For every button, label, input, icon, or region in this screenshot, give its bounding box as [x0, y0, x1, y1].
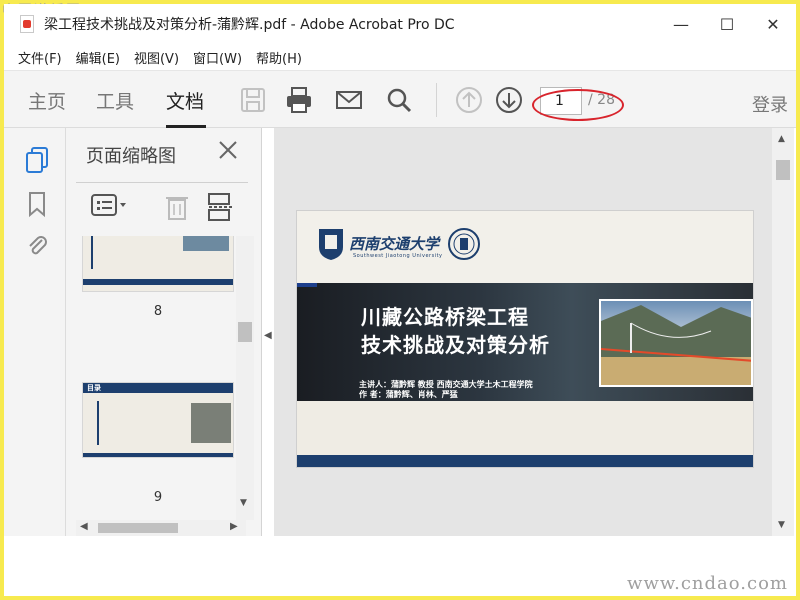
options-menu-icon[interactable]: [90, 192, 130, 220]
scroll-down-icon[interactable]: ▼: [778, 520, 785, 530]
acrobat-window: 梁工程技术挑战及对策分析-蒲黔辉.pdf - Adobe Acrobat Pro…: [4, 4, 796, 596]
scroll-left-icon[interactable]: ◀: [80, 521, 88, 532]
tab-document[interactable]: 文档: [166, 87, 204, 114]
save-icon[interactable]: [238, 85, 268, 115]
menu-view[interactable]: 视图(V): [134, 48, 179, 67]
university-name-en: Southwest Jiaotong University: [353, 253, 443, 259]
annotation-ellipse: [532, 89, 624, 121]
trash-icon[interactable]: [164, 192, 190, 222]
menu-help[interactable]: 帮助(H): [256, 48, 302, 67]
slide-authors: 作 者：蒲黔辉、肖林、严猛: [359, 390, 458, 399]
navigation-rail: [4, 128, 66, 536]
page-up-icon[interactable]: [454, 85, 484, 115]
slide-header: 西南交通大学 Southwest Jiaotong University: [297, 211, 753, 283]
close-button[interactable]: ✕: [750, 4, 796, 44]
menu-file[interactable]: 文件(F): [18, 48, 62, 67]
insert-page-icon[interactable]: [206, 192, 234, 222]
watermark-bottom-right: www.cndao.com: [627, 573, 788, 594]
window-title: 梁工程技术挑战及对策分析-蒲黔辉.pdf - Adobe Acrobat Pro…: [44, 17, 455, 33]
thumbnails-horizontal-scrollbar[interactable]: ◀ ▶: [76, 520, 246, 536]
thumbnails-vertical-scrollbar[interactable]: ▼: [236, 236, 254, 520]
school-seal-icon: [448, 228, 480, 260]
minimize-button[interactable]: —: [658, 4, 704, 44]
thumbnail-label: 9: [153, 490, 163, 505]
thumbnail-page-9[interactable]: 目录: [82, 382, 234, 458]
bookmark-icon[interactable]: [24, 190, 50, 218]
toolbar: 主页 工具 文档 1 / 28 登录: [4, 70, 796, 128]
bridge-photo: [599, 299, 753, 387]
scroll-thumb[interactable]: [776, 160, 790, 180]
toolbar-separator: [436, 83, 437, 117]
collapse-panel-icon[interactable]: ◀: [264, 330, 272, 341]
slide-footer-bar: [297, 455, 753, 467]
slide-title-line1: 川藏公路桥梁工程: [361, 305, 529, 329]
scroll-thumb[interactable]: [98, 523, 178, 533]
thumbnails-list[interactable]: 8 目录 9: [66, 236, 246, 520]
pdf-file-icon: [20, 15, 34, 33]
thumbnails-panel: 页面缩略图 8 目录 9 ▼ ◀ ▶: [66, 128, 262, 536]
close-icon[interactable]: [216, 138, 240, 162]
thumbnail-label: 8: [153, 304, 163, 319]
document-vertical-scrollbar[interactable]: ▲ ▼: [772, 128, 794, 536]
tab-home[interactable]: 主页: [28, 87, 66, 114]
thumbnail-heading: 目录: [87, 384, 101, 392]
title-bar: 梁工程技术挑战及对策分析-蒲黔辉.pdf - Adobe Acrobat Pro…: [4, 4, 796, 44]
tab-tools[interactable]: 工具: [96, 87, 134, 114]
search-icon[interactable]: [384, 85, 414, 115]
menu-edit[interactable]: 编辑(E): [76, 48, 120, 67]
print-icon[interactable]: [284, 85, 314, 115]
email-icon[interactable]: [334, 85, 364, 115]
university-name: 西南交通大学: [349, 235, 440, 253]
thumbnail-page-8[interactable]: [82, 236, 234, 292]
menu-bar: 文件(F) 编辑(E) 视图(V) 窗口(W) 帮助(H): [4, 44, 796, 70]
scroll-thumb[interactable]: [238, 322, 252, 342]
slide-title-line2: 技术挑战及对策分析: [361, 333, 550, 357]
university-crest-icon: [319, 229, 343, 260]
menu-window[interactable]: 窗口(W): [193, 48, 242, 67]
maximize-button[interactable]: ☐: [704, 4, 750, 44]
attachment-icon[interactable]: [24, 232, 50, 260]
thumbnails-title: 页面缩略图: [86, 146, 176, 167]
pages-icon[interactable]: [24, 146, 50, 174]
login-link[interactable]: 登录: [752, 91, 788, 117]
window-controls: — ☐ ✕: [658, 4, 796, 44]
scroll-down-icon[interactable]: ▼: [240, 498, 247, 508]
bridge-image: [601, 305, 751, 385]
scroll-up-icon[interactable]: ▲: [778, 134, 785, 144]
pdf-page: 西南交通大学 Southwest Jiaotong University 川藏公…: [296, 210, 754, 468]
thumbnails-divider: [76, 182, 248, 183]
page-down-icon[interactable]: [494, 85, 524, 115]
slide-title-band: 川藏公路桥梁工程 技术挑战及对策分析 主讲人：蒲黔辉 教授 西南交通大学土木工程…: [297, 283, 753, 401]
scroll-right-icon[interactable]: ▶: [230, 521, 238, 532]
